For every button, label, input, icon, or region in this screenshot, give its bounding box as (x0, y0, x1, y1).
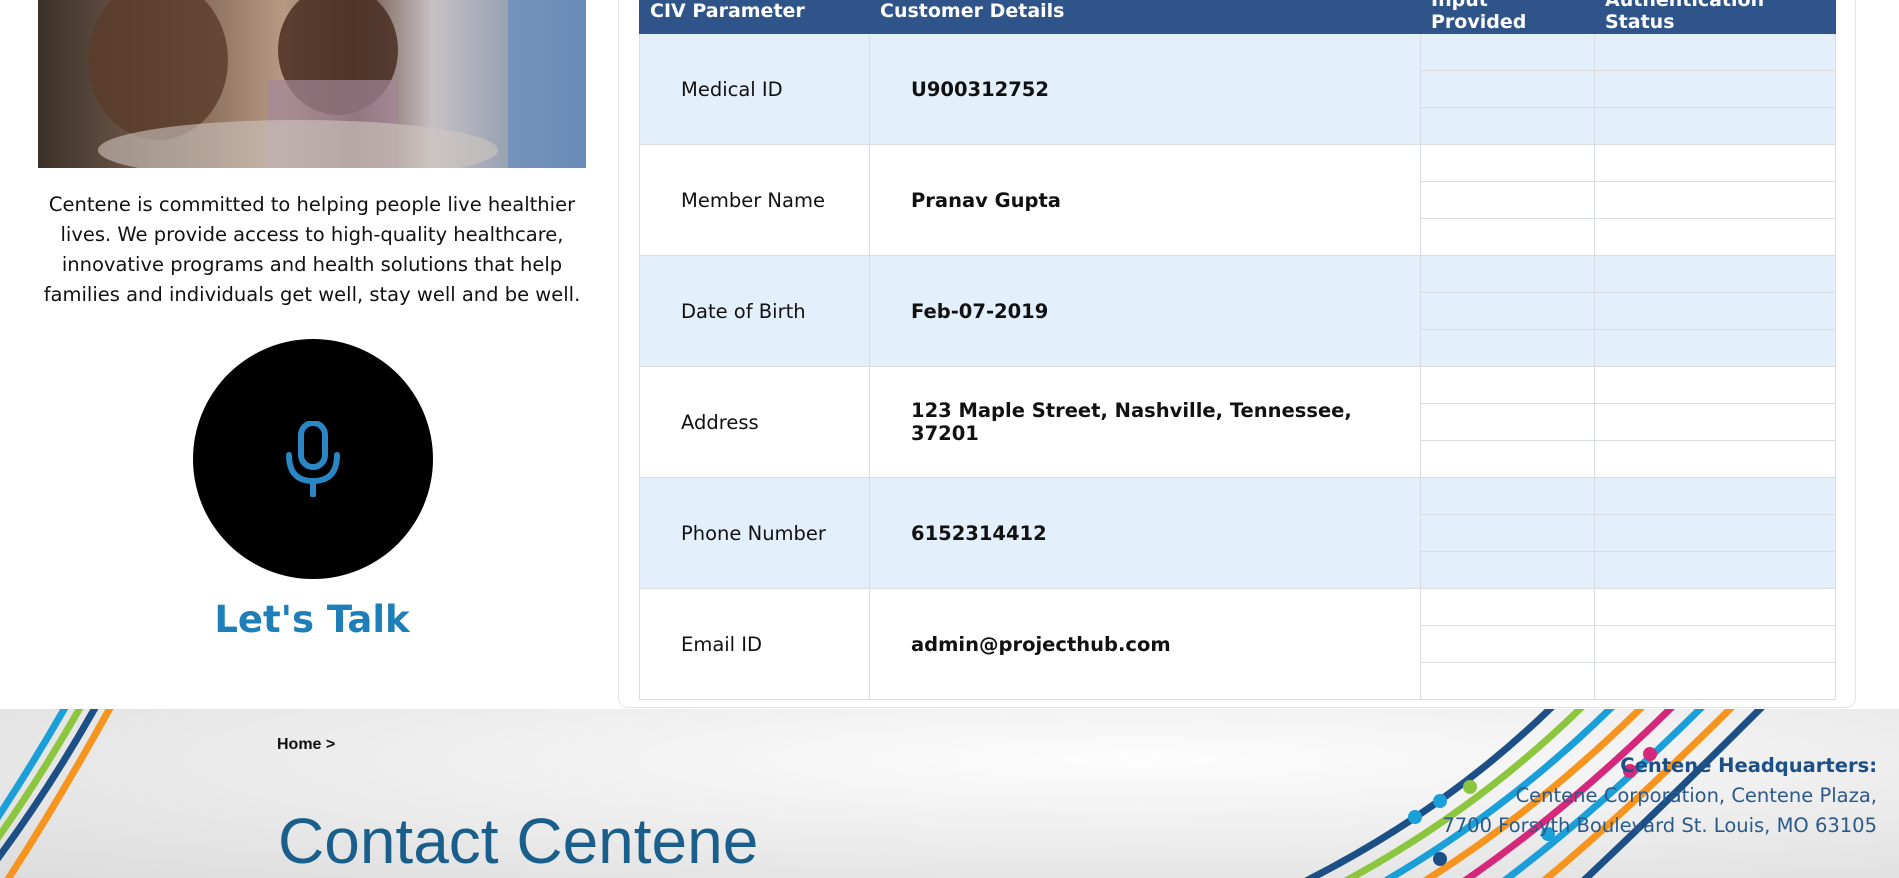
input-cell (1420, 70, 1595, 108)
voice-button[interactable] (193, 339, 433, 579)
status-cell (1594, 588, 1836, 626)
status-cell (1594, 625, 1836, 663)
header-customer-details: Customer Details (869, 0, 1421, 34)
input-cell (1420, 292, 1595, 330)
mission-text: Centene is committed to helping people l… (43, 193, 581, 306)
input-cell (1420, 144, 1595, 182)
param-cell: Email ID (639, 588, 870, 700)
detail-cell: U900312752 (869, 33, 1421, 145)
table-header-row: CIV Parameter Customer Details Input Pro… (639, 0, 1836, 34)
detail-cell: admin@projecthub.com (869, 588, 1421, 700)
input-cell (1420, 366, 1595, 404)
table-row: Member Name Pranav Gupta (639, 144, 1836, 256)
input-cell (1420, 477, 1595, 515)
status-cell (1594, 33, 1836, 71)
status-cell (1594, 514, 1836, 552)
input-cell (1420, 255, 1595, 293)
status-cell (1594, 551, 1836, 589)
table-row: Email ID admin@projecthub.com (639, 588, 1836, 700)
input-cell (1420, 662, 1595, 700)
microphone-icon (286, 421, 340, 497)
status-cell (1594, 218, 1836, 256)
header-input-provided: Input Provided (1420, 0, 1595, 34)
hq-title: Centene Headquarters: (1620, 754, 1877, 777)
lets-talk-heading[interactable]: Let's Talk (38, 598, 586, 641)
status-cell (1594, 181, 1836, 219)
status-cell (1594, 477, 1836, 515)
input-cell (1420, 181, 1595, 219)
header-civ-parameter: CIV Parameter (639, 0, 870, 34)
status-cell (1594, 255, 1836, 293)
param-cell: Phone Number (639, 477, 870, 589)
page-title: Contact Centene (278, 805, 759, 877)
input-cell (1420, 551, 1595, 589)
table-row: Phone Number 6152314412 (639, 477, 1836, 589)
detail-cell: 123 Maple Street, Nashville, Tennessee, … (869, 366, 1421, 478)
hq-line2: 7700 Forsyth Boulevard St. Louis, MO 631… (1442, 814, 1877, 837)
detail-cell: 6152314412 (869, 477, 1421, 589)
hero-image (38, 0, 586, 168)
detail-cell: Pranav Gupta (869, 144, 1421, 256)
input-cell (1420, 588, 1595, 626)
param-cell: Medical ID (639, 33, 870, 145)
input-cell (1420, 329, 1595, 367)
input-cell (1420, 403, 1595, 441)
status-cell (1594, 107, 1836, 145)
header-authentication-status: Authentication Status (1594, 0, 1836, 34)
detail-cell: Feb-07-2019 (869, 255, 1421, 367)
status-cell (1594, 403, 1836, 441)
input-cell (1420, 625, 1595, 663)
input-cell (1420, 440, 1595, 478)
table-row: Medical ID U900312752 (639, 33, 1836, 145)
contact-footer: Home > Contact Centene Centene Headquart… (0, 709, 1899, 878)
status-cell (1594, 662, 1836, 700)
status-cell (1594, 366, 1836, 404)
table-row: Address 123 Maple Street, Nashville, Ten… (639, 366, 1836, 478)
input-cell (1420, 514, 1595, 552)
status-cell (1594, 292, 1836, 330)
param-cell: Member Name (639, 144, 870, 256)
param-cell: Date of Birth (639, 255, 870, 367)
table-row: Date of Birth Feb-07-2019 (639, 255, 1836, 367)
headquarters-address: Centene Headquarters: Centene Corporatio… (1442, 751, 1877, 841)
civ-table: CIV Parameter Customer Details Input Pro… (639, 0, 1836, 700)
hq-line1: Centene Corporation, Centene Plaza, (1515, 784, 1877, 807)
input-cell (1420, 107, 1595, 145)
breadcrumb-home[interactable]: Home > (277, 736, 335, 754)
input-cell (1420, 33, 1595, 71)
status-cell (1594, 440, 1836, 478)
status-cell (1594, 144, 1836, 182)
input-cell (1420, 218, 1595, 256)
param-cell: Address (639, 366, 870, 478)
status-cell (1594, 329, 1836, 367)
status-cell (1594, 70, 1836, 108)
